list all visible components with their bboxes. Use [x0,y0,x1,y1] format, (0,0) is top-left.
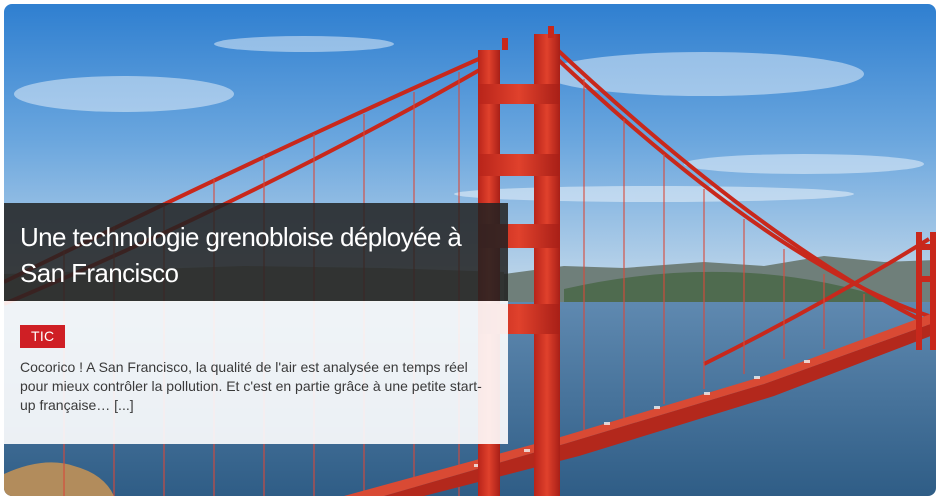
article-summary: Cocorico ! A San Francisco, la qualité d… [20,358,494,415]
article-card[interactable]: Une technologie grenobloise déployée à S… [4,4,936,496]
headline-panel: Une technologie grenobloise déployée à S… [4,203,508,301]
category-tag[interactable]: TIC [20,325,66,348]
read-more-link[interactable]: [...] [114,397,133,413]
summary-panel: TIC Cocorico ! A San Francisco, la quali… [4,301,508,444]
article-headline[interactable]: Une technologie grenobloise déployée à S… [20,219,492,291]
summary-text: Cocorico ! A San Francisco, la qualité d… [20,359,482,413]
